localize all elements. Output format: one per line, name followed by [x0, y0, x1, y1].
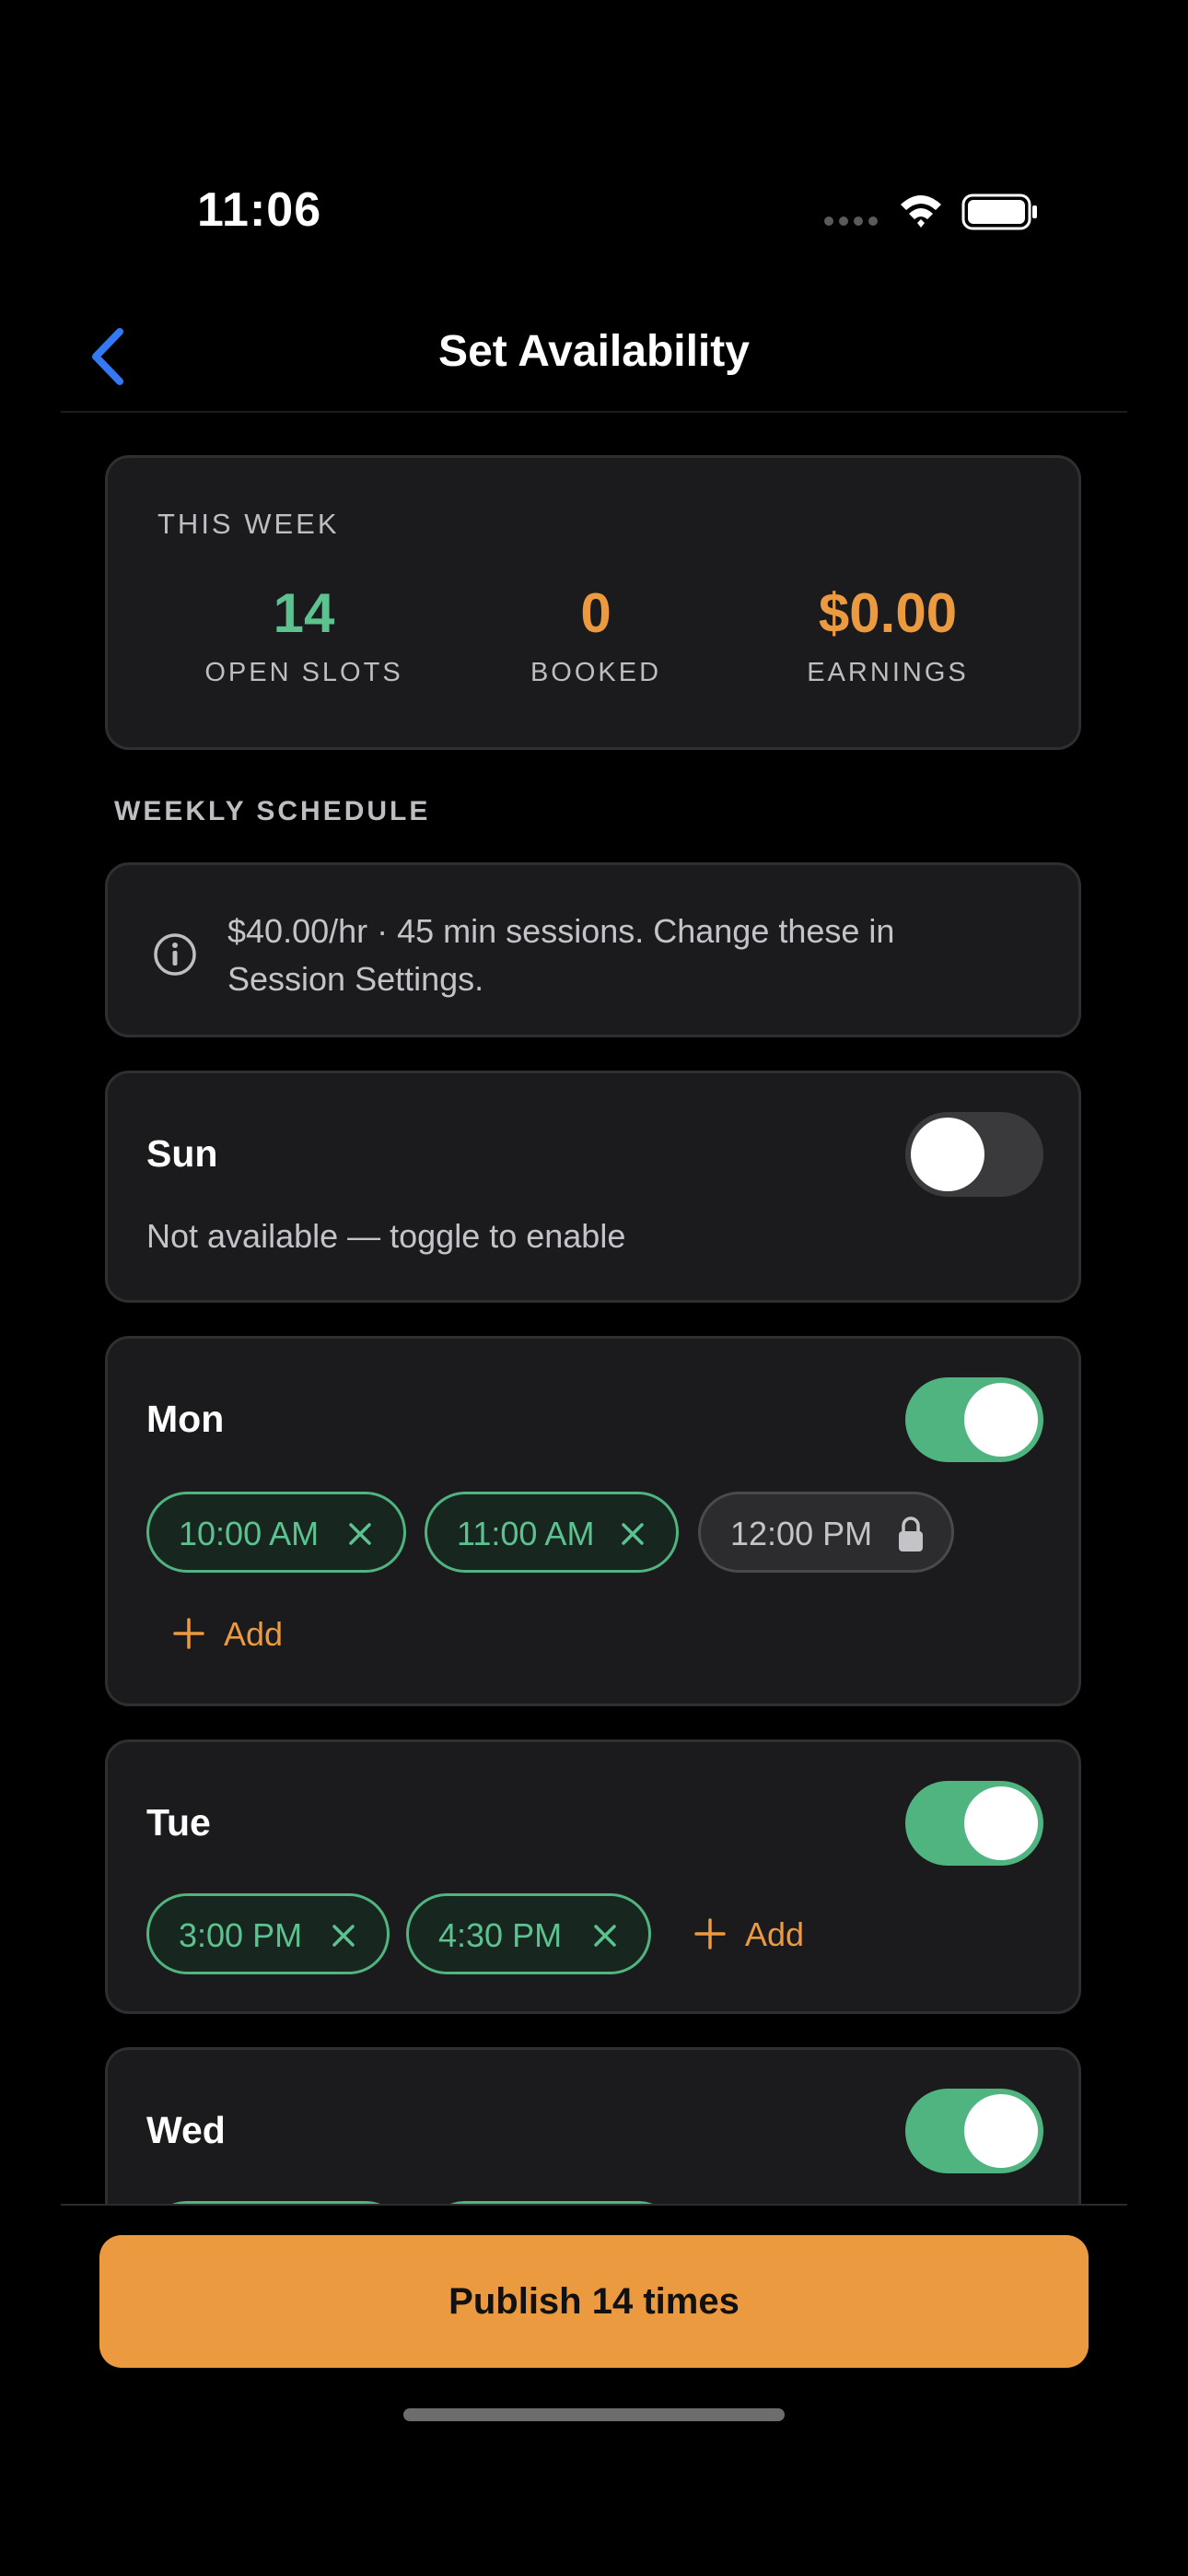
toggle-knob [964, 1383, 1038, 1457]
day-name: Tue [146, 1801, 211, 1844]
stat-label: BOOKED [530, 658, 662, 687]
stat-value: 14 [273, 582, 335, 644]
add-slot-label: Add [745, 1915, 805, 1953]
footer-divider [61, 2204, 1127, 2206]
status-icons [824, 193, 1037, 230]
battery-icon [961, 193, 1037, 230]
lock-icon [899, 1516, 923, 1551]
time-slot-label: 4:30 PM [438, 1916, 563, 1954]
section-header: WEEKLY SCHEDULE [114, 796, 431, 826]
day-name: Wed [146, 2109, 226, 2151]
locked-time-slot-chip: 12:00 PM [698, 1492, 954, 1573]
day-name: Mon [146, 1398, 225, 1440]
session-info-card: $40.00/hr · 45 min sessions. Change thes… [105, 862, 1081, 1037]
remove-slot-icon[interactable] [617, 1518, 648, 1550]
time-slot-label: 10:00 AM [179, 1515, 320, 1552]
stat-open-slots: 14 OPEN SLOTS [166, 581, 442, 688]
session-info-text: $40.00/hr · 45 min sessions. Change thes… [227, 912, 895, 998]
day-card-mon: Mon 10:00 AM 11:00 AM 12:00 PM Add [105, 1336, 1081, 1706]
day-toggle-tue[interactable] [905, 1781, 1043, 1866]
cellular-signal-icon [824, 217, 878, 226]
time-slot-label: 12:00 PM [730, 1515, 873, 1552]
day-toggle-mon[interactable] [905, 1377, 1043, 1462]
toggle-knob [911, 1118, 984, 1191]
stat-label: OPEN SLOTS [204, 658, 403, 687]
stat-label: EARNINGS [807, 658, 969, 687]
page-title: Set Availability [438, 327, 750, 376]
day-card-wed: Wed [105, 2047, 1081, 2204]
publish-button[interactable]: Publish 14 times [99, 2235, 1089, 2368]
day-toggle-sun[interactable] [905, 1112, 1043, 1197]
wifi-icon [901, 195, 941, 228]
add-slot-label: Add [224, 1615, 284, 1653]
time-slot-label: 3:00 PM [179, 1916, 303, 1954]
day-unavailable-note: Not available — toggle to enable [146, 1217, 626, 1255]
toggle-knob [964, 2094, 1038, 2168]
plus-icon [694, 1918, 726, 1950]
toggle-knob [964, 1786, 1038, 1860]
week-summary-card: THIS WEEK 14 OPEN SLOTS 0 BOOKED $0.00 E… [105, 455, 1081, 750]
time-slot-chip[interactable]: 4:30 PM [406, 1893, 651, 1974]
remove-slot-icon[interactable] [589, 1920, 621, 1951]
status-bar: 11:06 [0, 0, 1188, 237]
add-slot-button-mon[interactable]: Add [172, 1606, 320, 1661]
time-slot-chip[interactable]: 10:00 AM [146, 1492, 406, 1573]
status-time: 11:06 [197, 183, 322, 237]
nav-bar: Set Availability [61, 304, 1127, 413]
info-icon [154, 933, 196, 976]
time-slot-label: 11:00 AM [457, 1515, 595, 1552]
remove-slot-icon[interactable] [328, 1920, 359, 1951]
day-card-sun: Sun Not available — toggle to enable [105, 1071, 1081, 1303]
day-card-tue: Tue 3:00 PM 4:30 PM Add [105, 1739, 1081, 2014]
schedule-scroll-view[interactable]: THIS WEEK 14 OPEN SLOTS 0 BOOKED $0.00 E… [0, 413, 1188, 2204]
time-slot-chip[interactable]: 11:00 AM [425, 1492, 679, 1573]
time-slot-chip[interactable]: 3:00 PM [146, 1893, 390, 1974]
stat-value: $0.00 [818, 582, 958, 644]
day-name: Sun [146, 1132, 218, 1175]
remove-slot-icon[interactable] [344, 1518, 376, 1550]
stat-earnings: $0.00 EARNINGS [750, 581, 1026, 688]
home-indicator [403, 2408, 785, 2421]
stat-value: 0 [580, 582, 611, 644]
week-summary-heading: THIS WEEK [157, 508, 340, 540]
day-toggle-wed[interactable] [905, 2089, 1043, 2173]
add-slot-button-tue[interactable]: Add [693, 1906, 841, 1961]
stat-booked: 0 BOOKED [458, 581, 734, 688]
plus-icon [173, 1618, 204, 1649]
